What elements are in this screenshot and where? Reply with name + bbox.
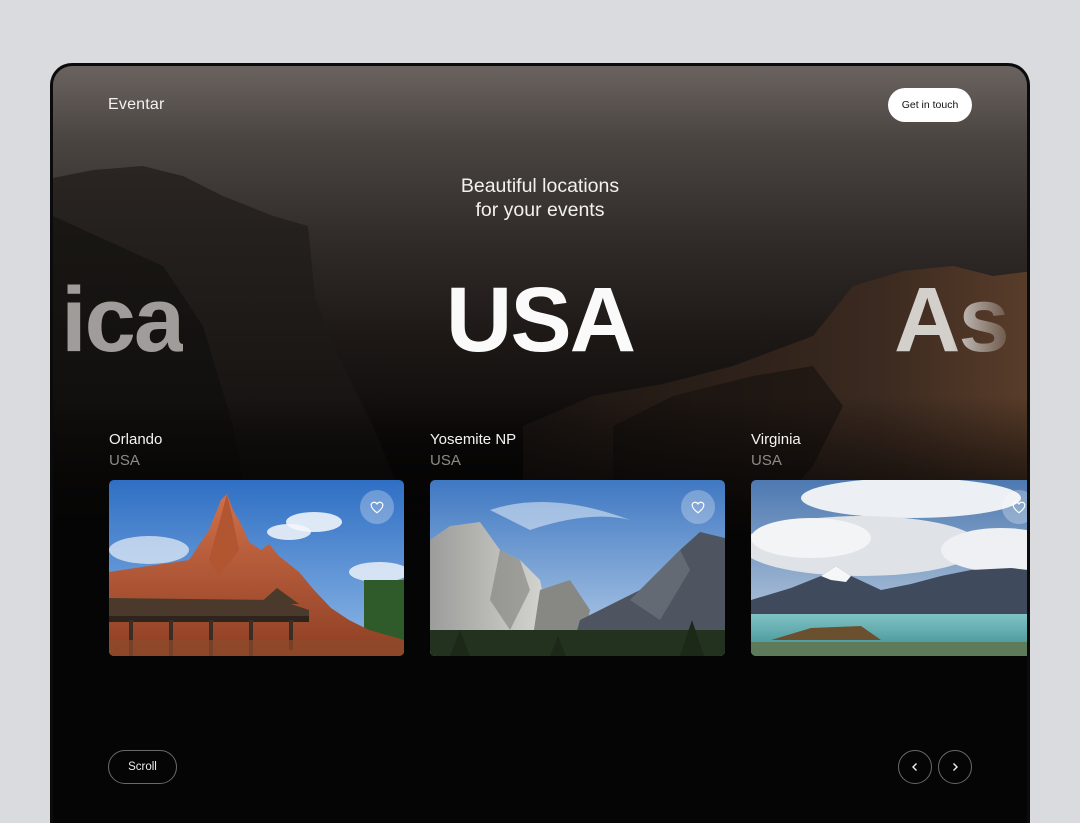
heart-icon <box>1012 501 1026 513</box>
card-photo-virginia[interactable] <box>751 480 1027 656</box>
app-window: Eventar Get in touch Beautiful locations… <box>50 63 1030 823</box>
location-card-orlando[interactable]: Orlando USA <box>109 431 404 656</box>
heart-icon <box>691 501 705 513</box>
location-card-yosemite[interactable]: Yosemite NP USA <box>430 431 725 656</box>
card-title: Virginia <box>751 431 801 448</box>
card-photo-orlando[interactable] <box>109 480 404 656</box>
chevron-left-icon <box>912 763 917 771</box>
next-region-label[interactable]: As <box>894 274 1010 366</box>
favorite-button[interactable] <box>1002 490 1027 524</box>
card-country: USA <box>109 452 140 469</box>
card-title: Yosemite NP <box>430 431 517 448</box>
chevron-right-icon <box>953 763 958 771</box>
previous-button[interactable] <box>898 750 932 784</box>
scroll-button[interactable]: Scroll <box>108 750 177 784</box>
heart-icon <box>370 501 384 513</box>
card-country: USA <box>430 452 461 469</box>
current-region-title: USA <box>445 269 636 371</box>
card-title: Orlando <box>109 431 163 448</box>
favorite-button[interactable] <box>681 490 715 524</box>
next-button[interactable] <box>938 750 972 784</box>
get-in-touch-button[interactable]: Get in touch <box>888 88 972 122</box>
brand-logo[interactable]: Eventar <box>108 96 165 114</box>
hero-tagline-line1: Beautiful locations <box>460 175 620 197</box>
location-card-virginia[interactable]: Virginia USA <box>751 431 1027 656</box>
card-country: USA <box>751 452 782 469</box>
virginia-image <box>751 480 1027 656</box>
hero-tagline-line2: for your events <box>475 199 605 221</box>
card-photo-yosemite[interactable] <box>430 480 725 656</box>
favorite-button[interactable] <box>360 490 394 524</box>
